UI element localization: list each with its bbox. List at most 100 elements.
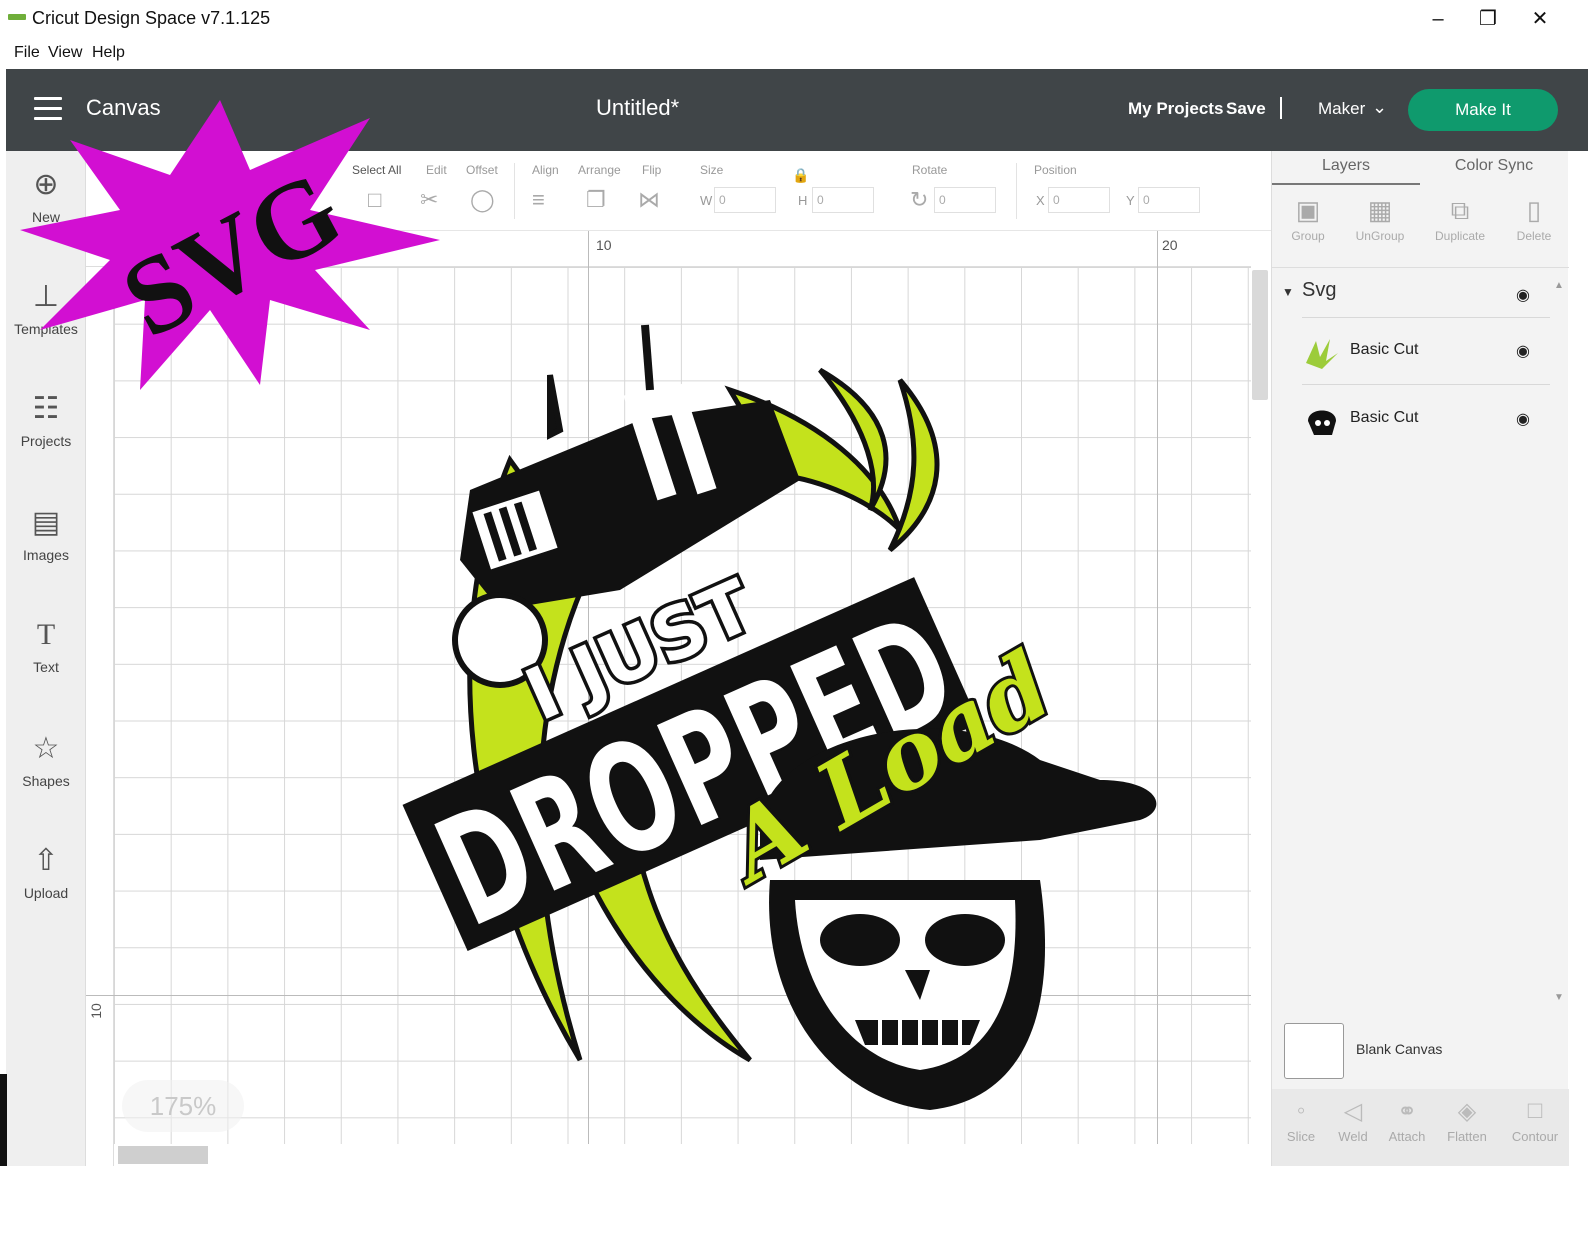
minimize-button[interactable]: – — [1418, 4, 1458, 34]
duplicate-icon: ⧉ — [1450, 195, 1470, 225]
x-label: X — [1036, 193, 1045, 208]
offset-icon[interactable]: ◯ — [470, 187, 495, 213]
horizontal-scrollbar[interactable] — [118, 1146, 208, 1164]
flip-icon[interactable]: ⋈ — [638, 187, 660, 213]
contour-icon: □ — [1527, 1097, 1543, 1124]
zoom-control[interactable]: 175% — [122, 1080, 244, 1132]
close-button[interactable]: ✕ — [1520, 4, 1560, 34]
height-label: H — [798, 193, 808, 208]
ruler-label-10: 10 — [596, 237, 612, 253]
arrange-label: Arrange — [578, 163, 621, 177]
blank-canvas-swatch[interactable] — [1284, 1023, 1344, 1079]
save-button[interactable]: Save — [1226, 99, 1266, 119]
app-logo — [8, 14, 26, 20]
delete-button[interactable]: ▯ Delete — [1498, 195, 1570, 243]
flip-label: Flip — [642, 163, 662, 177]
visibility-eye-icon[interactable]: ◉ — [1516, 409, 1530, 429]
image-icon: ▤ — [31, 506, 61, 539]
toolbar-divider — [1016, 163, 1017, 219]
document-title[interactable]: Untitled* — [596, 95, 679, 121]
align-icon[interactable]: ≡ — [532, 187, 545, 213]
rotate-field[interactable]: 0 — [934, 187, 996, 213]
chevron-down-icon[interactable]: ⌄ — [1372, 97, 1387, 118]
y-label: Y — [1126, 193, 1135, 208]
menu-view[interactable]: View — [48, 44, 82, 62]
window-title: Cricut Design Space v7.1.125 — [32, 8, 271, 28]
tool-upload[interactable]: ⇧ Upload — [6, 841, 86, 901]
vertical-ruler: 10 — [86, 267, 114, 1166]
design-artwork[interactable]: I JUST DROPPED A Load — [400, 300, 1180, 1130]
tab-layers[interactable]: Layers — [1272, 157, 1420, 175]
make-it-button[interactable]: Make It — [1408, 89, 1558, 131]
tab-color-sync[interactable]: Color Sync — [1420, 157, 1568, 175]
paperclip-icon: ⚭ — [1396, 1098, 1418, 1125]
layer-thumbnail — [1302, 401, 1342, 441]
rotate-label: Rotate — [912, 163, 948, 177]
y-field[interactable]: 0 — [1138, 187, 1200, 213]
position-label: Position — [1034, 163, 1077, 177]
panel-scroll-down-icon[interactable]: ▼ — [1554, 992, 1564, 1003]
weld-icon: ◁ — [1343, 1098, 1363, 1125]
tool-text[interactable]: T Text — [6, 615, 86, 675]
offset-label: Offset — [466, 163, 498, 177]
menu-file[interactable]: File — [14, 44, 40, 62]
svg-badge: SVG — [20, 100, 440, 390]
layer-thumbnail — [1302, 333, 1342, 373]
ruler-label-v10: 10 — [87, 1003, 104, 1019]
align-label: Align — [532, 163, 559, 177]
upload-icon: ⇧ — [33, 844, 59, 877]
ungroup-button[interactable]: ▦ UnGroup — [1344, 195, 1416, 243]
slice-icon: ◦ — [1296, 1097, 1306, 1124]
visibility-eye-icon[interactable]: ◉ — [1516, 341, 1530, 361]
ungroup-icon: ▦ — [1367, 195, 1393, 225]
menu-help[interactable]: Help — [92, 44, 125, 62]
x-field[interactable]: 0 — [1048, 187, 1110, 213]
tool-images[interactable]: ▤ Images — [6, 503, 86, 563]
attach-button[interactable]: ⚭ Attach — [1378, 1097, 1436, 1144]
rotate-icon: ↻ — [910, 187, 929, 212]
machine-select[interactable]: Maker — [1318, 99, 1365, 119]
layer-name: Basic Cut — [1350, 341, 1419, 358]
layers-panel: Layers Color Sync ▣ Group ▦ UnGroup ⧉ Du… — [1271, 151, 1570, 1166]
contour-button[interactable]: □ Contour — [1506, 1097, 1564, 1144]
shapes-icon: ☆ — [32, 732, 60, 765]
visibility-eye-icon[interactable]: ◉ — [1516, 285, 1530, 305]
layer-row[interactable]: Basic Cut ◉ — [1302, 319, 1550, 385]
tool-projects[interactable]: ☷ Projects — [6, 389, 86, 449]
slice-button[interactable]: ◦ Slice — [1272, 1097, 1330, 1144]
group-icon: ▣ — [1295, 195, 1321, 225]
my-projects-link[interactable]: My Projects — [1128, 99, 1223, 119]
header-divider — [1280, 97, 1282, 119]
layer-row[interactable]: Basic Cut ◉ — [1302, 387, 1550, 453]
window-edge — [0, 1074, 7, 1166]
layer-group-name[interactable]: Svg — [1302, 279, 1336, 302]
layer-name: Basic Cut — [1350, 409, 1419, 426]
bottom-action-bar: ◦ Slice ◁ Weld ⚭ Attach ◈ Flatten □ Cont… — [1272, 1089, 1569, 1166]
width-label: W — [700, 193, 713, 208]
projects-icon: ☷ — [32, 392, 60, 425]
maximize-button[interactable]: ❐ — [1468, 4, 1508, 34]
duplicate-button[interactable]: ⧉ Duplicate — [1424, 195, 1496, 243]
toolbar-divider — [514, 163, 515, 219]
trash-icon: ▯ — [1526, 195, 1542, 225]
vertical-scrollbar[interactable] — [1252, 270, 1268, 400]
text-icon: T — [36, 618, 56, 651]
panel-divider — [1272, 267, 1569, 268]
arrange-icon[interactable]: ❐ — [586, 187, 606, 213]
lock-icon[interactable]: 🔒 — [792, 167, 809, 184]
ruler-label-20: 20 — [1162, 237, 1178, 253]
menu-bar — [0, 40, 1588, 68]
width-field[interactable]: 0 — [714, 187, 776, 213]
caret-down-icon[interactable]: ▼ — [1282, 285, 1294, 299]
layer-divider — [1302, 317, 1550, 318]
height-field[interactable]: 0 — [812, 187, 874, 213]
active-tab-indicator — [1272, 183, 1420, 185]
tool-shapes[interactable]: ☆ Shapes — [6, 729, 86, 789]
flatten-button[interactable]: ◈ Flatten — [1438, 1097, 1496, 1144]
flatten-icon: ◈ — [1457, 1098, 1477, 1125]
group-button[interactable]: ▣ Group — [1272, 195, 1344, 243]
size-label: Size — [700, 163, 724, 177]
weld-button[interactable]: ◁ Weld — [1324, 1097, 1382, 1144]
panel-scroll-up-icon[interactable]: ▲ — [1554, 280, 1564, 291]
blank-canvas-label: Blank Canvas — [1356, 1041, 1443, 1057]
